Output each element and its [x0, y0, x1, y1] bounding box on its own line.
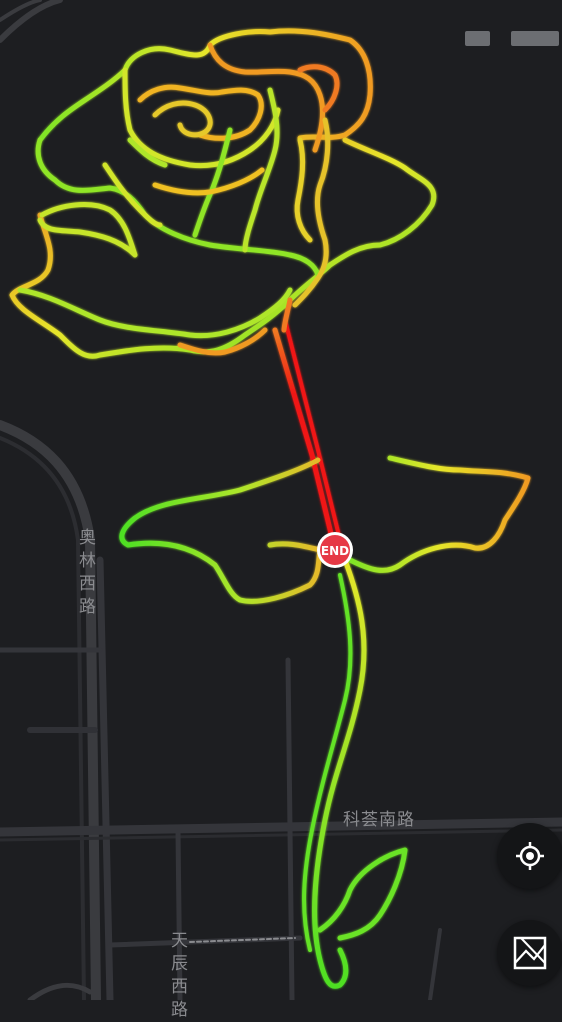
- road-aolin-west: [96, 556, 114, 1000]
- route-rose-inner-3: [152, 100, 213, 138]
- route-rose-inner-10: [102, 162, 163, 228]
- route-stem: [312, 557, 367, 989]
- route-rose-inner-8: [294, 137, 313, 243]
- road-label-kehui-south-road: 科荟南路: [343, 810, 415, 830]
- route-rose-inner-1: [122, 67, 281, 169]
- map-layers-button[interactable]: [497, 920, 562, 986]
- road-vertical-3: [285, 657, 295, 1000]
- route-rose-bottom: [17, 287, 293, 339]
- route-right-leaf: [347, 455, 531, 573]
- route-connector-red-1: [272, 327, 338, 553]
- road-network: [0, 0, 562, 1000]
- road-curve-northwest-inner: [0, 436, 86, 1000]
- route-connector-red-2: [283, 318, 344, 550]
- map-canvas[interactable]: END: [0, 0, 562, 1000]
- locate-button[interactable]: [497, 823, 562, 889]
- blurred-status-chip: [465, 31, 490, 46]
- route-lower-leaf: [317, 847, 408, 941]
- end-marker-label: END: [321, 544, 349, 558]
- road-vertical-4: [428, 928, 442, 1000]
- end-marker[interactable]: END: [317, 532, 353, 568]
- map-layers-icon: [513, 936, 547, 970]
- route-rose-left: [37, 202, 138, 258]
- road-top-arc: [0, 0, 63, 43]
- road-label-aolin-west-road: 奥林西路: [79, 528, 97, 617]
- route-left-leaf: [119, 457, 323, 604]
- road-label-tianchen-west-road: 天辰西路: [171, 931, 189, 1020]
- blurred-status-chip: [511, 31, 559, 46]
- route-rose-inner-11: [152, 167, 265, 196]
- crosshair-icon: [516, 842, 544, 870]
- route-stem-back: [302, 573, 353, 952]
- road-bottom-arc: [27, 982, 93, 1000]
- route-rose-inner-6: [192, 127, 233, 238]
